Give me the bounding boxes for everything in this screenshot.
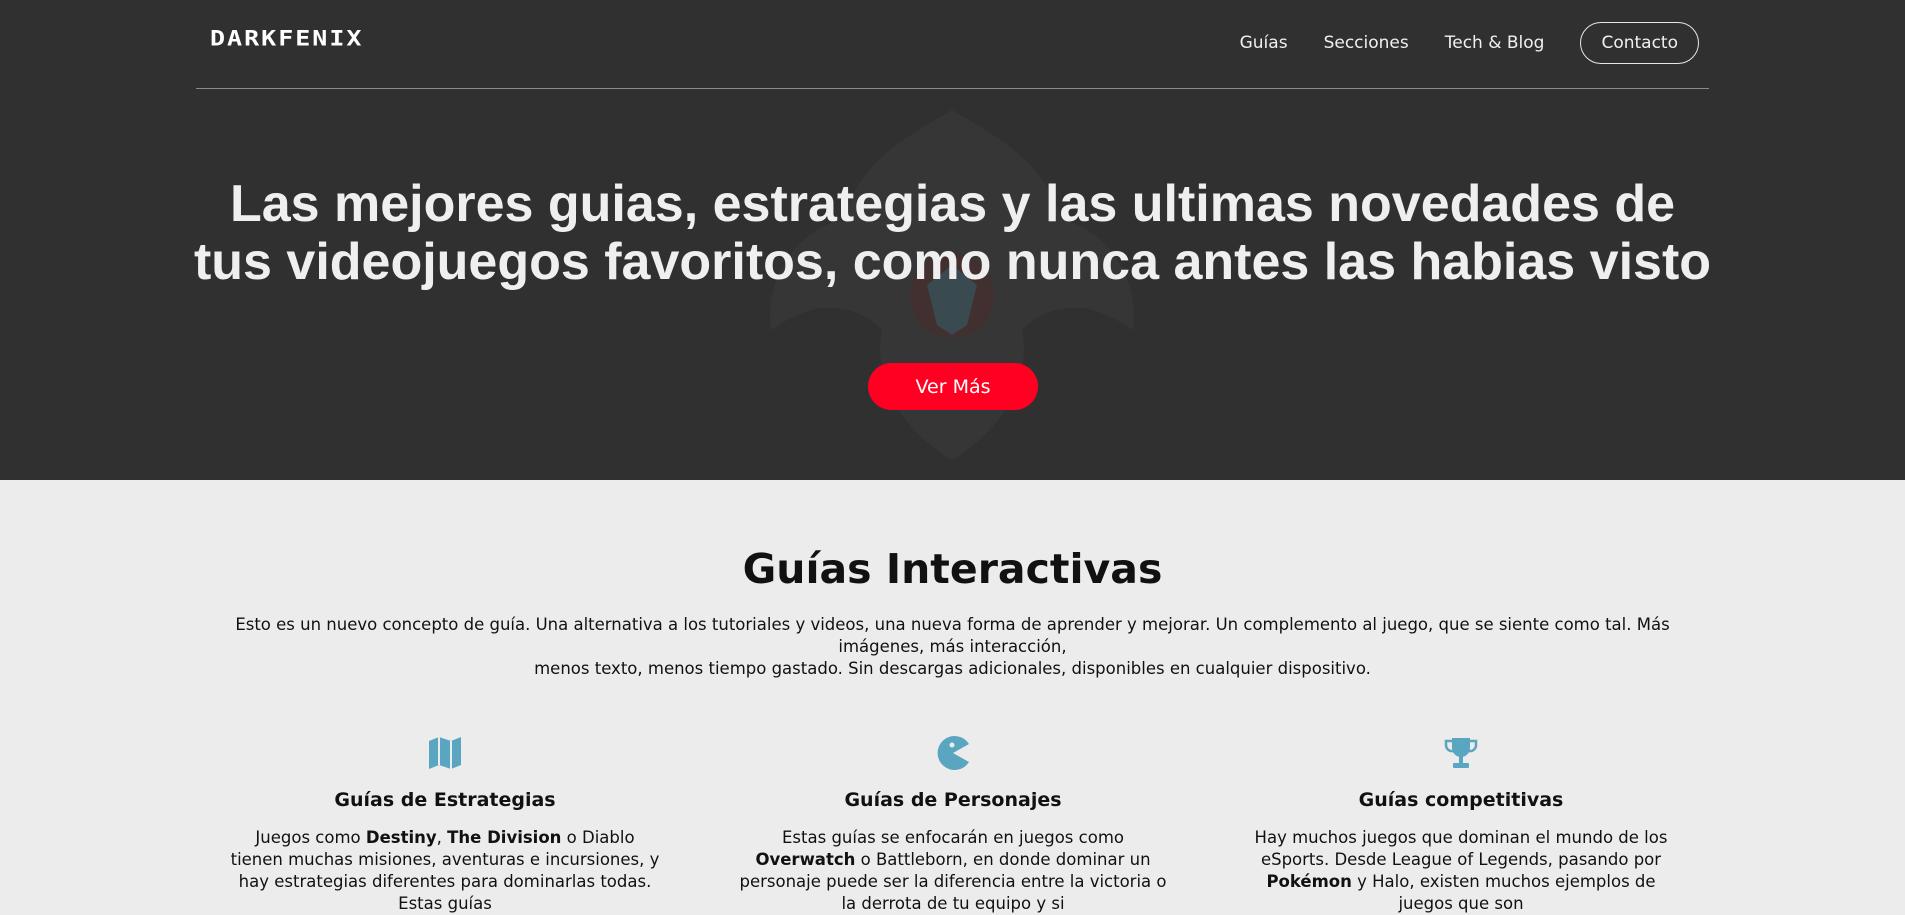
feature-strategies: Guías de Estrategias Juegos como Destiny… [220, 735, 670, 915]
nav-link-tech-blog[interactable]: Tech & Blog [1445, 33, 1545, 53]
hero-title-line-2: tus videojuegos favoritos, como nunca an… [193, 233, 1712, 291]
nav-links: Guías Secciones Tech & Blog Contacto [1204, 22, 1699, 64]
brand-logo[interactable]: DARKFENIX [210, 26, 363, 51]
feature-text-part: Hay muchos juegos que dominan el mundo d… [1254, 828, 1668, 869]
section-title: Guías Interactivas [742, 545, 1163, 593]
feature-text: Hay muchos juegos que dominan el mundo d… [1246, 827, 1676, 915]
hero-section: DARKFENIX Guías Secciones Tech & Blog Co… [0, 0, 1905, 480]
feature-title: Guías competitivas [1358, 789, 1564, 811]
feature-text: Estas guías se enfocarán en juegos como … [738, 827, 1168, 915]
contact-button[interactable]: Contacto [1580, 22, 1699, 64]
hero-title-line-1: Las mejores guias, estrategias y las ult… [229, 175, 1676, 233]
nav-link-secciones[interactable]: Secciones [1324, 33, 1409, 53]
features-grid: Guías de Estrategias Juegos como Destiny… [200, 735, 1705, 915]
feature-text-part: y Halo, existen muchos ejemplos de juego… [1351, 872, 1656, 913]
feature-text-part: Juegos como [255, 828, 366, 847]
feature-text-bold: The Division [447, 828, 562, 847]
section-description: Esto es un nuevo concepto de guía. Una a… [200, 614, 1705, 680]
feature-competitive: Guías competitivas Hay muchos juegos que… [1236, 735, 1686, 915]
feature-text-part: , [436, 828, 448, 847]
feature-text-bold: Destiny [365, 828, 437, 847]
map-icon [429, 737, 461, 769]
section-description-line-2: menos texto, menos tiempo gastado. Sin d… [534, 659, 1371, 678]
top-navbar: DARKFENIX Guías Secciones Tech & Blog Co… [196, 0, 1709, 89]
pacman-icon [937, 736, 969, 770]
section-description-line-1: Esto es un nuevo concepto de guía. Una a… [235, 615, 1670, 656]
feature-characters: Guías de Personajes Estas guías se enfoc… [728, 735, 1178, 915]
feature-title: Guías de Personajes [844, 789, 1062, 811]
nav-link-guias[interactable]: Guías [1240, 33, 1288, 53]
hero-title: Las mejores guias, estrategias y las ult… [0, 175, 1905, 291]
feature-text-bold: Overwatch [755, 850, 856, 869]
ver-mas-button[interactable]: Ver Más [868, 363, 1038, 410]
feature-text: Juegos como Destiny, The Division o Diab… [230, 827, 660, 915]
feature-text-part: Estas guías se enfocarán en juegos como [782, 828, 1124, 847]
feature-title: Guías de Estrategias [334, 789, 556, 811]
trophy-icon [1444, 738, 1478, 768]
feature-text-bold: Pokémon [1266, 872, 1352, 891]
